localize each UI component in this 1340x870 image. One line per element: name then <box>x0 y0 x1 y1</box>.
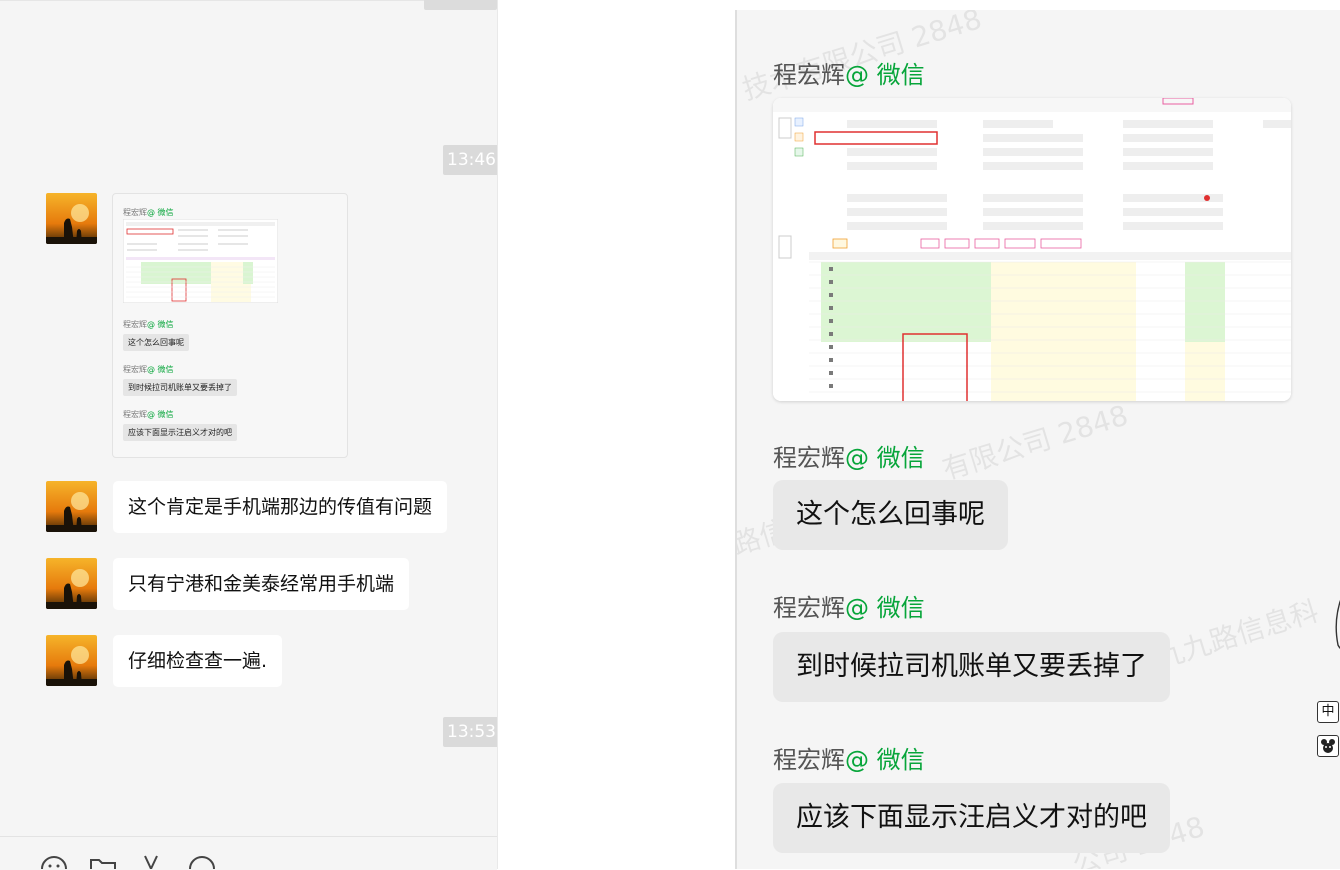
sender-line: 程宏辉@ 微信 <box>123 208 174 217</box>
scissors-icon[interactable] <box>141 855 161 869</box>
card-message: 这个怎么回事呢 <box>123 334 189 351</box>
timestamp: 13:53 <box>443 717 500 747</box>
sender-line: 程宏辉@ 微信 <box>123 365 174 374</box>
sender-line: 程宏辉@ 微信 <box>123 320 174 329</box>
avatar[interactable] <box>46 558 97 609</box>
avatar[interactable] <box>46 193 97 244</box>
emoji-icon[interactable] <box>40 855 68 869</box>
watermark: 有限公司 2848 <box>938 398 1132 487</box>
previous-message-edge <box>424 0 497 10</box>
forwarded-chat-card[interactable]: 程宏辉@ 微信 程宏辉@ 微信 这个怎么回事呢 程宏辉@ 微信 到时候拉司机账单… <box>112 193 348 458</box>
sender-line: 程宏辉@ 微信 <box>773 746 925 774</box>
screenshot-image[interactable] <box>773 98 1291 401</box>
sender-line: 程宏辉@ 微信 <box>773 61 925 89</box>
message-bubble[interactable]: 应该下面显示汪启义才对的吧 <box>773 783 1170 853</box>
message-bubble[interactable]: 这个怎么回事呢 <box>773 480 1008 550</box>
timestamp: 13:46 <box>443 145 500 175</box>
message-bubble[interactable]: 到时候拉司机账单又要丢掉了 <box>773 632 1170 702</box>
chat-history-viewer: 技术有限公司 2848 有限公司 2848 路信息 宁波九九路信息科 公司 28… <box>735 10 1340 869</box>
message-bubble[interactable]: 仔细检查查一遍. <box>113 635 283 687</box>
folder-icon[interactable] <box>89 855 117 869</box>
mascot-icon[interactable] <box>1317 735 1339 757</box>
screenshot-thumbnail[interactable] <box>122 218 279 304</box>
avatar[interactable] <box>46 635 97 686</box>
decorative-sketch-icon <box>1335 599 1340 649</box>
card-message: 应该下面显示汪启义才对的吧 <box>123 424 237 441</box>
sender-line: 程宏辉@ 微信 <box>773 444 925 472</box>
message-bubble[interactable]: 只有宁港和金美泰经常用手机端 <box>113 558 410 610</box>
sender-line: 程宏辉@ 微信 <box>123 410 174 419</box>
chat-pane: 13:46 程宏辉@ 微信 程宏辉@ 微信 这个怎么回事呢 程宏辉@ 微信 到时… <box>0 0 500 870</box>
blank-area <box>497 0 736 869</box>
ime-icon[interactable]: 中 <box>1317 701 1339 723</box>
input-toolbar <box>0 836 497 870</box>
card-message: 到时候拉司机账单又要丢掉了 <box>123 379 237 396</box>
message-bubble[interactable]: 这个肯定是手机端那边的传值有问题 <box>113 481 448 533</box>
divider <box>0 0 497 1</box>
sender-line: 程宏辉@ 微信 <box>773 594 925 622</box>
chat-icon[interactable] <box>188 855 216 869</box>
avatar[interactable] <box>46 481 97 532</box>
